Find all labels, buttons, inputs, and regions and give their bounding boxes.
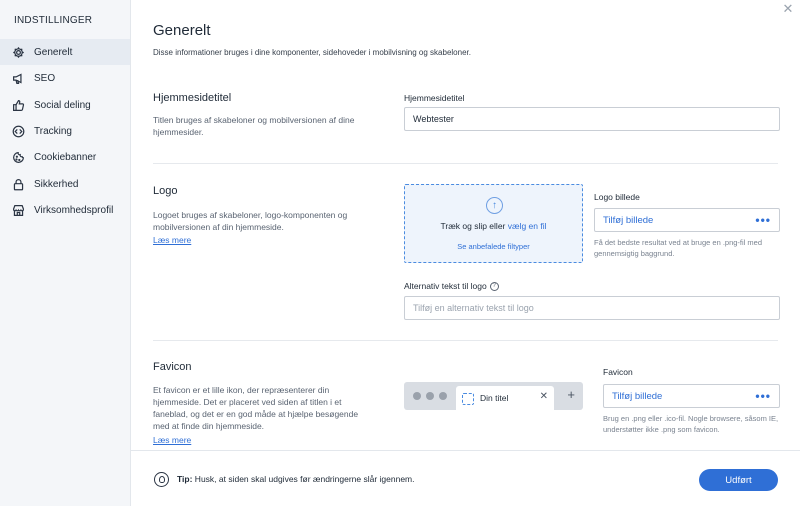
more-options-icon[interactable]: ••• (755, 213, 771, 227)
site-title-description: Titlen bruges af skabeloner og mobilvers… (153, 115, 355, 137)
sidebar-item-tracking[interactable]: Tracking (0, 118, 130, 144)
page-subtitle: Disse informationer bruges i dine kompon… (153, 48, 471, 57)
logo-description: Logoet bruges af skabeloner, logo-kompon… (153, 210, 348, 232)
sidebar-item-sikkerhed[interactable]: Sikkerhed (0, 171, 130, 197)
sidebar-item-cookiebanner[interactable]: Cookiebanner (0, 144, 130, 170)
window-dot (426, 392, 434, 400)
favicon-image-picker[interactable]: Tilføj billede ••• (603, 384, 780, 408)
logo-alt-input[interactable]: Tilføj en alternativ tekst til logo (404, 296, 780, 320)
megaphone-icon (11, 71, 25, 85)
sidebar-item-label: Virksomhedsprofil (34, 204, 114, 216)
favicon-read-more-link[interactable]: Læs mere (153, 435, 191, 445)
code-icon (11, 124, 25, 138)
sidebar-item-generelt[interactable]: Generelt (0, 39, 130, 65)
add-image-label: Tilføj billede (603, 214, 654, 226)
thumbs-up-icon (11, 98, 25, 112)
tip-text: Tip: Husk, at siden skal udgives før ænd… (177, 474, 415, 484)
favicon-placeholder-icon (462, 393, 474, 405)
gear-icon (11, 45, 25, 59)
logo-dropzone[interactable]: ↑ Træk og slip eller vælg en fil Se anbe… (404, 184, 583, 263)
logo-image-label: Logo billede (594, 192, 640, 202)
divider (153, 163, 778, 164)
done-button[interactable]: Udført (699, 469, 778, 491)
more-options-icon[interactable]: ••• (755, 389, 771, 403)
sidebar-item-label: Generelt (34, 46, 73, 58)
sidebar-item-virksomhedsprofil[interactable]: Virksomhedsprofil (0, 197, 130, 223)
cookie-icon (11, 150, 25, 164)
choose-file-link[interactable]: vælg en fil (508, 221, 547, 231)
settings-sidebar: INDSTILLINGER Generelt SEO Social deling… (0, 0, 131, 506)
lightbulb-icon (154, 472, 169, 487)
new-tab-plus-icon: + (567, 387, 575, 402)
browser-tab-preview: Din titel ✕ + (404, 382, 583, 410)
divider (153, 340, 778, 341)
favicon-image-label: Favicon (603, 367, 633, 377)
sidebar-item-label: Cookiebanner (34, 151, 97, 163)
preview-tab: Din titel ✕ (456, 386, 554, 410)
favicon-description: Et favicon er et lille ikon, der repræse… (153, 385, 359, 431)
sidebar-item-label: Sikkerhed (34, 178, 79, 190)
logo-read-more-link[interactable]: Læs mere (153, 235, 191, 245)
site-title-input[interactable]: Webtester (404, 107, 780, 131)
site-title-heading: Hjemmesidetitel (153, 92, 232, 104)
window-dot (439, 392, 447, 400)
logo-image-picker[interactable]: Tilføj billede ••• (594, 208, 780, 232)
footer-bar: Tip: Husk, at siden skal udgives før ænd… (131, 450, 800, 506)
favicon-image-hint: Brug en .png eller .ico-fil. Nogle brows… (603, 414, 779, 434)
sidebar-item-social-deling[interactable]: Social deling (0, 92, 130, 118)
sidebar-item-seo[interactable]: SEO (0, 65, 130, 91)
site-title-label: Hjemmesidetitel (404, 93, 465, 103)
recommended-filetypes-link[interactable]: Se anbefalede filtyper (405, 242, 582, 251)
upload-arrow-icon: ↑ (486, 197, 503, 214)
dropzone-text: Træk og slip eller vælg en fil (440, 221, 547, 231)
page-title: Generelt (153, 22, 211, 39)
logo-alt-label: Alternativ tekst til logo? (404, 281, 499, 292)
lock-icon (11, 177, 25, 191)
help-icon[interactable]: ? (489, 282, 499, 292)
logo-heading: Logo (153, 185, 178, 197)
add-image-label: Tilføj billede (612, 390, 663, 402)
favicon-heading: Favicon (153, 361, 192, 373)
sidebar-item-label: Tracking (34, 125, 72, 137)
sidebar-title: INDSTILLINGER (14, 15, 93, 26)
sidebar-item-label: SEO (34, 72, 56, 84)
store-icon (11, 203, 25, 217)
preview-tab-title: Din titel (480, 393, 509, 403)
window-dot (413, 392, 421, 400)
tab-close-icon: ✕ (539, 391, 548, 402)
sidebar-item-label: Social deling (34, 99, 91, 111)
settings-content: Generelt Disse informationer bruges i di… (131, 0, 800, 450)
logo-image-hint: Få det bedste resultat ved at bruge en .… (594, 238, 763, 258)
